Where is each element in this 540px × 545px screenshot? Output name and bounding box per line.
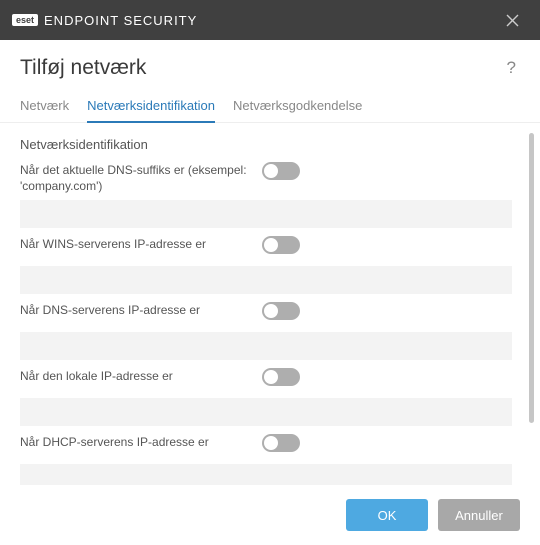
toggle-local-ip[interactable] — [262, 368, 300, 386]
content-area: Netværksidentifikation Når det aktuelle … — [20, 123, 530, 485]
input-wins-ip[interactable] — [20, 266, 512, 294]
row-wins-ip: Når WINS-serverens IP-adresse er — [20, 234, 512, 294]
tab-network[interactable]: Netværk — [20, 92, 69, 122]
tab-network-authentication[interactable]: Netværksgodkendelse — [233, 92, 362, 122]
cancel-button[interactable]: Annuller — [438, 499, 520, 531]
page-title: Tilføj netværk — [20, 56, 503, 80]
row-dns-ip: Når DNS-serverens IP-adresse er — [20, 300, 512, 360]
scrollbar-thumb[interactable] — [529, 133, 534, 423]
section-title: Netværksidentifikation — [20, 123, 512, 160]
input-dhcp-ip[interactable] — [20, 464, 512, 485]
label-dns-suffix: Når det aktuelle DNS-suffiks er (eksempe… — [20, 160, 250, 194]
footer: OK Annuller — [0, 485, 540, 545]
row-dns-suffix: Når det aktuelle DNS-suffiks er (eksempe… — [20, 160, 512, 228]
input-local-ip[interactable] — [20, 398, 512, 426]
input-dns-ip[interactable] — [20, 332, 512, 360]
label-local-ip: Når den lokale IP-adresse er — [20, 366, 250, 384]
help-icon[interactable]: ? — [503, 54, 520, 82]
input-dns-suffix[interactable] — [20, 200, 512, 228]
tabs: Netværk Netværksidentifikation Netværksg… — [0, 88, 540, 123]
row-local-ip: Når den lokale IP-adresse er — [20, 366, 512, 426]
titlebar: eset ENDPOINT SECURITY — [0, 0, 540, 40]
brand-text: ENDPOINT SECURITY — [44, 13, 197, 28]
label-dhcp-ip: Når DHCP-serverens IP-adresse er — [20, 432, 250, 450]
brand-logo: eset — [12, 14, 38, 26]
toggle-dns-suffix[interactable] — [262, 162, 300, 180]
scrollbar[interactable] — [529, 133, 534, 485]
row-dhcp-ip: Når DHCP-serverens IP-adresse er — [20, 432, 512, 485]
label-wins-ip: Når WINS-serverens IP-adresse er — [20, 234, 250, 252]
brand: eset ENDPOINT SECURITY — [12, 13, 197, 28]
tab-network-identification[interactable]: Netværksidentifikation — [87, 92, 215, 123]
toggle-wins-ip[interactable] — [262, 236, 300, 254]
label-dns-ip: Når DNS-serverens IP-adresse er — [20, 300, 250, 318]
dialog-header: Tilføj netværk ? — [0, 40, 540, 88]
toggle-dns-ip[interactable] — [262, 302, 300, 320]
toggle-dhcp-ip[interactable] — [262, 434, 300, 452]
close-icon[interactable] — [496, 4, 528, 36]
ok-button[interactable]: OK — [346, 499, 428, 531]
